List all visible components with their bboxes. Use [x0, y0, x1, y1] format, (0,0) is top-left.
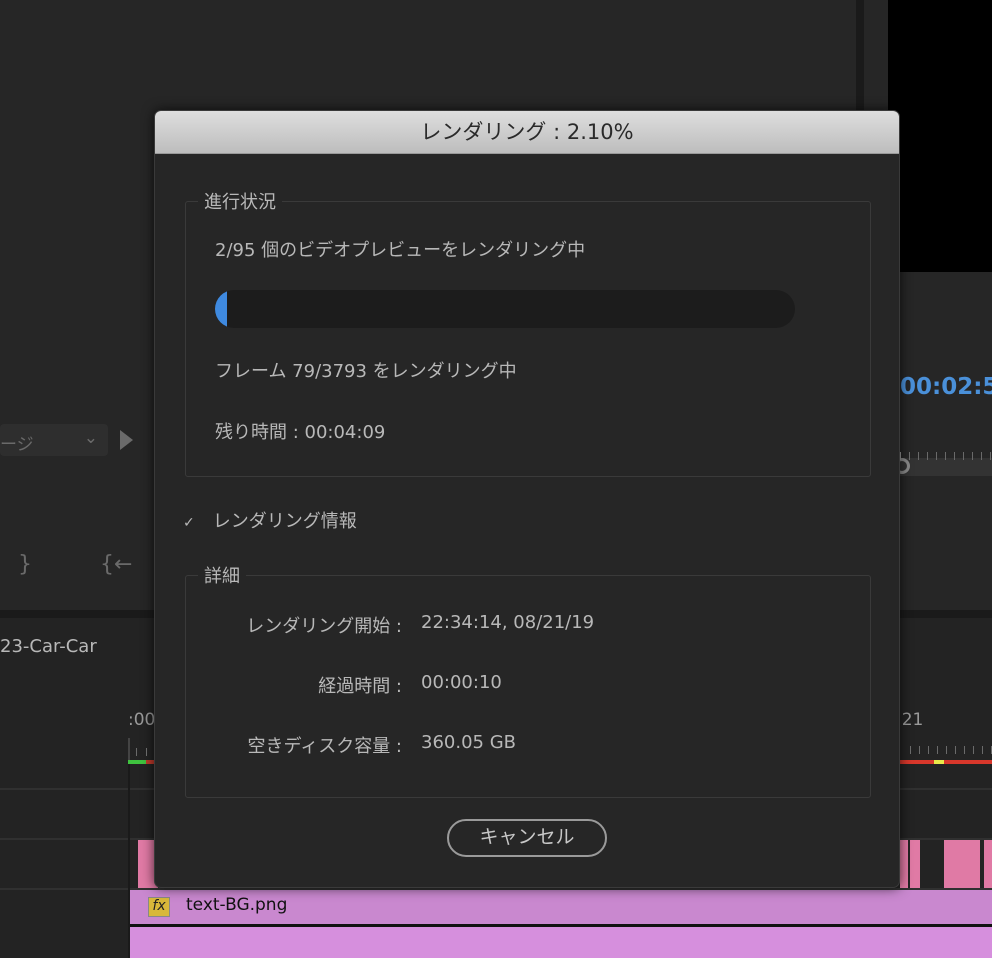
timeline-ruler-label: :21	[896, 710, 924, 730]
chevron-down-icon: ✓	[183, 515, 195, 531]
elapsed-value: 00:00:10	[421, 672, 502, 693]
remaining-time: 残り時間 : 00:04:09	[215, 422, 386, 443]
render-dialog: レンダリング : 2.10% 進行状況 2/95 個のビデオプレビューをレンダリ…	[154, 110, 900, 888]
dialog-title: レンダリング : 2.10%	[155, 111, 899, 154]
ruler-tick	[945, 452, 946, 460]
zoom-dropdown[interactable]: ージ ⌄	[0, 424, 108, 456]
elapsed-label: 経過時間 :	[318, 676, 402, 697]
sequence-tab[interactable]: 23-Car-Car	[0, 636, 97, 657]
cancel-button[interactable]: キャンセル	[447, 819, 607, 857]
fx-badge-icon: fx	[148, 897, 170, 917]
ruler-tick	[954, 452, 955, 460]
progress-group: 進行状況 2/95 個のビデオプレビューをレンダリング中 フレーム 79/379…	[185, 188, 871, 477]
ruler-tick	[973, 746, 974, 754]
render-info-label: レンダリング情報	[212, 511, 357, 532]
ruler-tick	[990, 452, 991, 460]
mark-out-icon[interactable]: }	[18, 552, 32, 577]
clip-name: text-BG.png	[186, 895, 288, 915]
disk-space-value: 360.05 GB	[421, 732, 517, 753]
play-icon[interactable]	[120, 430, 133, 450]
render-start-label: レンダリング開始 :	[246, 616, 402, 637]
preview-status: 2/95 個のビデオプレビューをレンダリング中	[215, 240, 586, 261]
ruler-tick	[928, 746, 929, 754]
frame-status: フレーム 79/3793 をレンダリング中	[215, 361, 517, 382]
ruler-tick	[981, 452, 982, 460]
dropdown-value: ージ	[0, 435, 34, 455]
timeline-ruler-label: :00	[128, 710, 156, 730]
render-bar-red	[900, 760, 992, 764]
disk-space-label: 空きディスク容量 :	[247, 736, 402, 757]
ruler-tick	[927, 452, 928, 460]
program-scrubber[interactable]	[898, 458, 992, 476]
ruler-tick	[918, 452, 919, 460]
program-video-frame	[888, 0, 992, 272]
ruler-tick	[982, 746, 983, 754]
render-bar-yellow	[934, 760, 944, 764]
details-group-label: 詳細	[198, 562, 246, 588]
video-clip[interactable]	[984, 840, 992, 888]
go-to-in-icon[interactable]: {←	[100, 552, 132, 577]
ruler-tick	[955, 746, 956, 754]
progress-group-label: 進行状況	[198, 188, 282, 214]
ruler-tick	[919, 746, 920, 754]
render-start-value: 22:34:14, 08/21/19	[421, 612, 595, 633]
program-timecode[interactable]: 00:02:5	[900, 374, 992, 400]
chevron-down-icon: ⌄	[83, 428, 98, 448]
video-clip[interactable]	[900, 840, 908, 888]
ruler-tick	[972, 452, 973, 460]
ruler-tick	[910, 746, 911, 754]
render-bar-red	[146, 760, 154, 764]
ruler-tick	[946, 746, 947, 754]
ruler-tick	[963, 452, 964, 460]
ruler-tick	[900, 452, 901, 460]
ruler-tick	[936, 452, 937, 460]
ruler-tick	[909, 452, 910, 460]
progress-fill	[215, 290, 228, 328]
ruler-tick	[937, 746, 938, 754]
details-group: 詳細 レンダリング開始 : 22:34:14, 08/21/19 経過時間 : …	[185, 562, 871, 798]
video-clip[interactable]	[910, 840, 920, 888]
progress-bar	[215, 290, 795, 328]
ruler-tick	[136, 748, 137, 756]
ruler-tick	[964, 746, 965, 754]
render-bar-green	[128, 760, 146, 764]
render-info-toggle[interactable]: ✓ レンダリング情報	[183, 507, 357, 533]
ruler-tick	[146, 748, 147, 756]
video-clip[interactable]	[944, 840, 980, 888]
